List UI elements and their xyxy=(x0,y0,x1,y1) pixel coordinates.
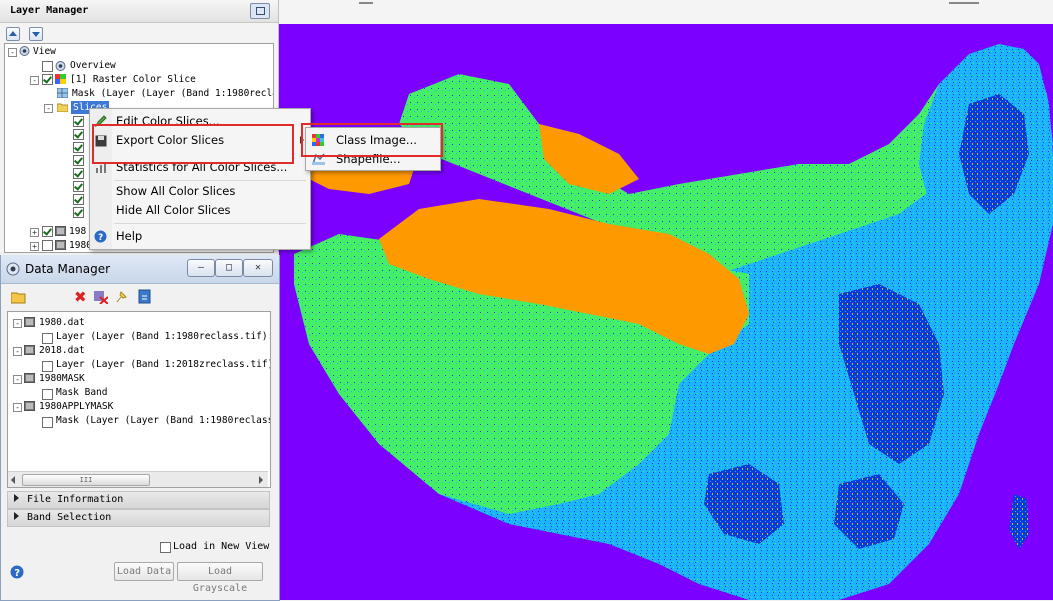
layer-manager-title: Layer Manager xyxy=(10,5,89,16)
maximize-button[interactable]: □ xyxy=(215,259,243,277)
band-selection-label: Band Selection xyxy=(27,512,112,523)
expand-triangle-icon xyxy=(14,494,19,502)
expand-down-icon[interactable] xyxy=(29,27,44,41)
highlight-box-class-image xyxy=(301,123,443,157)
raster-layer-icon xyxy=(55,240,66,250)
overview-checkbox[interactable] xyxy=(42,61,53,72)
region-taiwan-blue xyxy=(1009,494,1029,549)
data-tree: - 1980.dat Layer (Layer (Band 1:1980recl… xyxy=(7,311,271,488)
help-icon: ? xyxy=(94,230,107,243)
menu-separator xyxy=(114,223,306,224)
file-raster-icon xyxy=(24,373,35,383)
horizontal-scrollbar[interactable]: III xyxy=(8,471,268,487)
tree-item-198[interactable]: 198 xyxy=(69,225,86,238)
band-checkbox[interactable] xyxy=(42,389,53,400)
file-information-label: File Information xyxy=(27,494,124,505)
scroll-left-icon[interactable] xyxy=(11,476,15,484)
map-toolbar-strip xyxy=(279,0,1053,25)
menu-item-help[interactable]: Help xyxy=(116,227,142,245)
svg-text:?: ? xyxy=(98,233,103,243)
slice-checkbox[interactable] xyxy=(73,129,84,140)
collapse-up-icon[interactable] xyxy=(6,27,20,41)
expand-icon[interactable]: + xyxy=(30,242,39,251)
svg-text:?: ? xyxy=(14,568,20,579)
collapse-icon[interactable]: - xyxy=(13,319,22,328)
layer-manager-titlebar: Layer Manager xyxy=(0,0,278,23)
map-view[interactable] xyxy=(279,24,1053,600)
collapse-icon[interactable]: - xyxy=(30,76,39,85)
menu-item-show-all-color-slices[interactable]: Show All Color Slices xyxy=(116,182,235,200)
remove-all-icon[interactable] xyxy=(94,291,108,304)
collapse-icon[interactable]: - xyxy=(13,403,22,412)
slice-checkbox[interactable] xyxy=(73,194,84,205)
menu-separator xyxy=(114,180,306,181)
slice-checkbox[interactable] xyxy=(73,142,84,153)
data-item-mask-band[interactable]: Mask Band xyxy=(56,386,107,399)
layer-checkbox[interactable] xyxy=(42,417,53,428)
dock-icon[interactable] xyxy=(250,3,270,19)
data-manager-titlebar: Data Manager — □ ✕ xyxy=(1,255,279,284)
tree-item-view[interactable]: View xyxy=(33,45,56,58)
data-item-1980-layer[interactable]: Layer (Layer (Band 1:1980reclass.tif):L xyxy=(56,330,270,343)
menu-item-hide-all-color-slices[interactable]: Hide All Color Slices xyxy=(116,201,231,219)
slice-checkbox[interactable] xyxy=(73,155,84,166)
expand-icon[interactable]: + xyxy=(30,228,39,237)
file-raster-icon xyxy=(24,401,35,411)
data-item-1980applymask[interactable]: 1980APPLYMASK xyxy=(39,400,113,413)
collapse-icon[interactable]: - xyxy=(13,347,22,356)
layer-checkbox[interactable] xyxy=(42,361,53,372)
tree-item-raster-color-slice[interactable]: [1] Raster Color Slice xyxy=(70,73,196,86)
toolbar-fragment xyxy=(949,2,979,4)
tree-item-mask[interactable]: Mask (Layer (Layer (Band 1:1980reclass xyxy=(72,87,273,100)
scroll-right-icon[interactable] xyxy=(259,476,263,484)
data-item-1980mask[interactable]: 1980MASK xyxy=(39,372,85,385)
band-selection-panel[interactable]: Band Selection xyxy=(7,509,270,527)
layer-198-checkbox[interactable] xyxy=(42,226,53,237)
slice-checkbox[interactable] xyxy=(73,116,84,127)
load-grayscale-button[interactable]: Load Grayscale xyxy=(177,562,263,594)
layer-1980ma-checkbox[interactable] xyxy=(42,240,53,251)
close-button[interactable]: ✕ xyxy=(243,259,273,277)
slice-checkbox[interactable] xyxy=(73,207,84,218)
layer-checkbox[interactable] xyxy=(42,333,53,344)
classified-raster-map xyxy=(294,44,1053,600)
collapse-icon[interactable]: - xyxy=(13,375,22,384)
load-in-new-view-label: Load in New View xyxy=(173,541,270,552)
data-item-2018-layer[interactable]: Layer (Layer (Band 1:2018zreclass.tif): xyxy=(56,358,270,371)
slice-checkbox[interactable] xyxy=(73,181,84,192)
collapse-icon[interactable]: - xyxy=(8,48,17,57)
color-slice-icon xyxy=(55,74,66,84)
layer-manager-toolbar xyxy=(6,27,44,41)
tree-item-overview[interactable]: Overview xyxy=(70,59,116,72)
raster-color-slice-checkbox[interactable] xyxy=(42,74,53,85)
load-in-new-view-checkbox[interactable] xyxy=(160,542,171,553)
pin-icon[interactable] xyxy=(115,291,127,304)
load-data-button[interactable]: Load Data xyxy=(114,562,174,581)
scroll-thumb[interactable]: III xyxy=(22,474,150,486)
data-manager-window: Data Manager — □ ✕ ✖ - 1980.dat Layer (L… xyxy=(0,255,280,601)
slice-checkbox[interactable] xyxy=(73,168,84,179)
open-folder-icon[interactable] xyxy=(11,291,27,304)
file-raster-icon xyxy=(24,317,35,327)
file-raster-icon xyxy=(24,345,35,355)
overview-icon xyxy=(55,61,66,71)
data-item-applymask-layer[interactable]: Mask (Layer (Layer (Band 1:1980reclass. xyxy=(56,414,270,427)
folder-icon xyxy=(57,103,68,112)
sync-icon[interactable] xyxy=(137,289,152,304)
help-icon[interactable]: ? xyxy=(10,565,24,579)
view-icon xyxy=(19,46,30,56)
data-manager-title: Data Manager xyxy=(25,262,111,276)
data-item-2018-dat[interactable]: 2018.dat xyxy=(39,344,85,357)
file-information-panel[interactable]: File Information xyxy=(7,491,270,509)
collapse-icon[interactable]: - xyxy=(44,104,53,113)
data-manager-app-icon xyxy=(6,262,20,276)
toolbar-fragment xyxy=(359,2,373,4)
minimize-button[interactable]: — xyxy=(187,259,215,277)
expand-triangle-icon xyxy=(14,512,19,520)
remove-icon[interactable]: ✖ xyxy=(74,288,87,306)
highlight-box-export xyxy=(92,124,294,164)
data-item-1980-dat[interactable]: 1980.dat xyxy=(39,316,85,329)
raster-icon xyxy=(57,88,68,98)
raster-layer-icon xyxy=(55,226,66,236)
